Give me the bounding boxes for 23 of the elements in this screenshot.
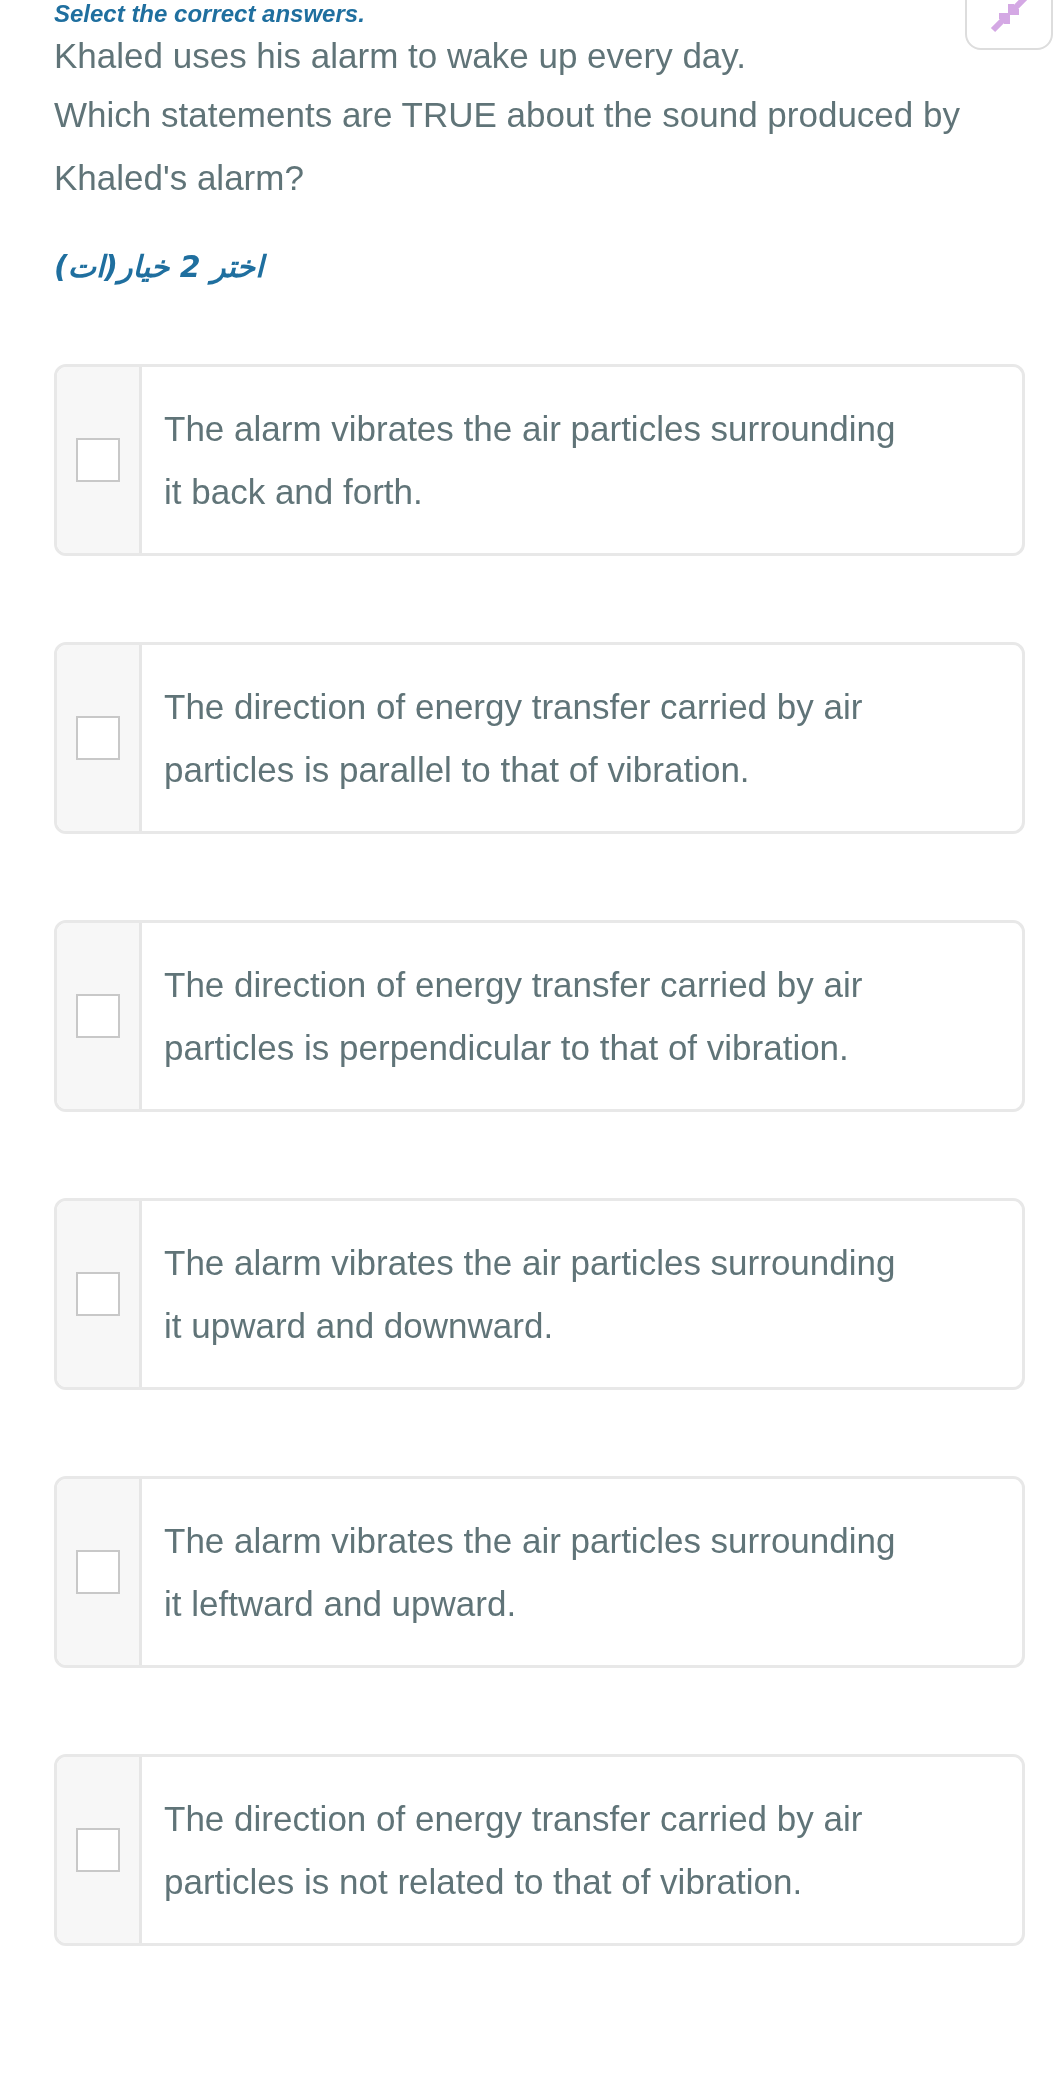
answer-option[interactable]: The alarm vibrates the air particles surrounding it back and forth. — [54, 364, 1025, 556]
question-text: Which statements are TRUE about the sound produced by Khaled's alarm? — [54, 94, 961, 199]
option-text: The direction of energy transfer carried by air particles is parallel to that of vibration. — [163, 686, 864, 791]
option-text: The alarm vibrates the air particles surrounding it leftward and upward. — [163, 1520, 897, 1625]
checkbox[interactable] — [76, 716, 120, 760]
checkbox[interactable] — [76, 1828, 120, 1872]
option-text: The direction of energy transfer carried by air particles is perpendicular to that of vibration. — [163, 964, 864, 1069]
checkbox[interactable] — [76, 1272, 120, 1316]
option-text: The alarm vibrates the air particles surrounding it upward and downward. — [163, 1242, 897, 1347]
checkbox[interactable] — [76, 1550, 120, 1594]
checkbox[interactable] — [76, 994, 120, 1038]
collapse-arrows-icon — [989, 0, 1029, 34]
answer-option[interactable]: The alarm vibrates the air particles surrounding it upward and downward. — [54, 1198, 1025, 1390]
checkbox[interactable] — [76, 438, 120, 482]
option-text: The alarm vibrates the air particles surrounding it back and forth. — [163, 408, 897, 513]
answer-option[interactable]: The direction of energy transfer carried by air particles is not related to that of vibration. — [54, 1754, 1025, 1946]
option-text: The direction of energy transfer carried by air particles is not related to that of vibration. — [163, 1798, 864, 1903]
question-text: Khaled uses his alarm to wake up every day. — [54, 35, 747, 77]
answer-option[interactable]: The direction of energy transfer carried by air particles is perpendicular to that of vibration. — [54, 920, 1025, 1112]
answer-option[interactable]: The direction of energy transfer carried by air particles is parallel to that of vibration. — [54, 642, 1025, 834]
instruction-heading: Select the correct answers. — [54, 0, 365, 28]
answer-option[interactable]: The alarm vibrates the air particles surrounding it leftward and upward. — [54, 1476, 1025, 1668]
collapse-button[interactable] — [965, 0, 1053, 50]
